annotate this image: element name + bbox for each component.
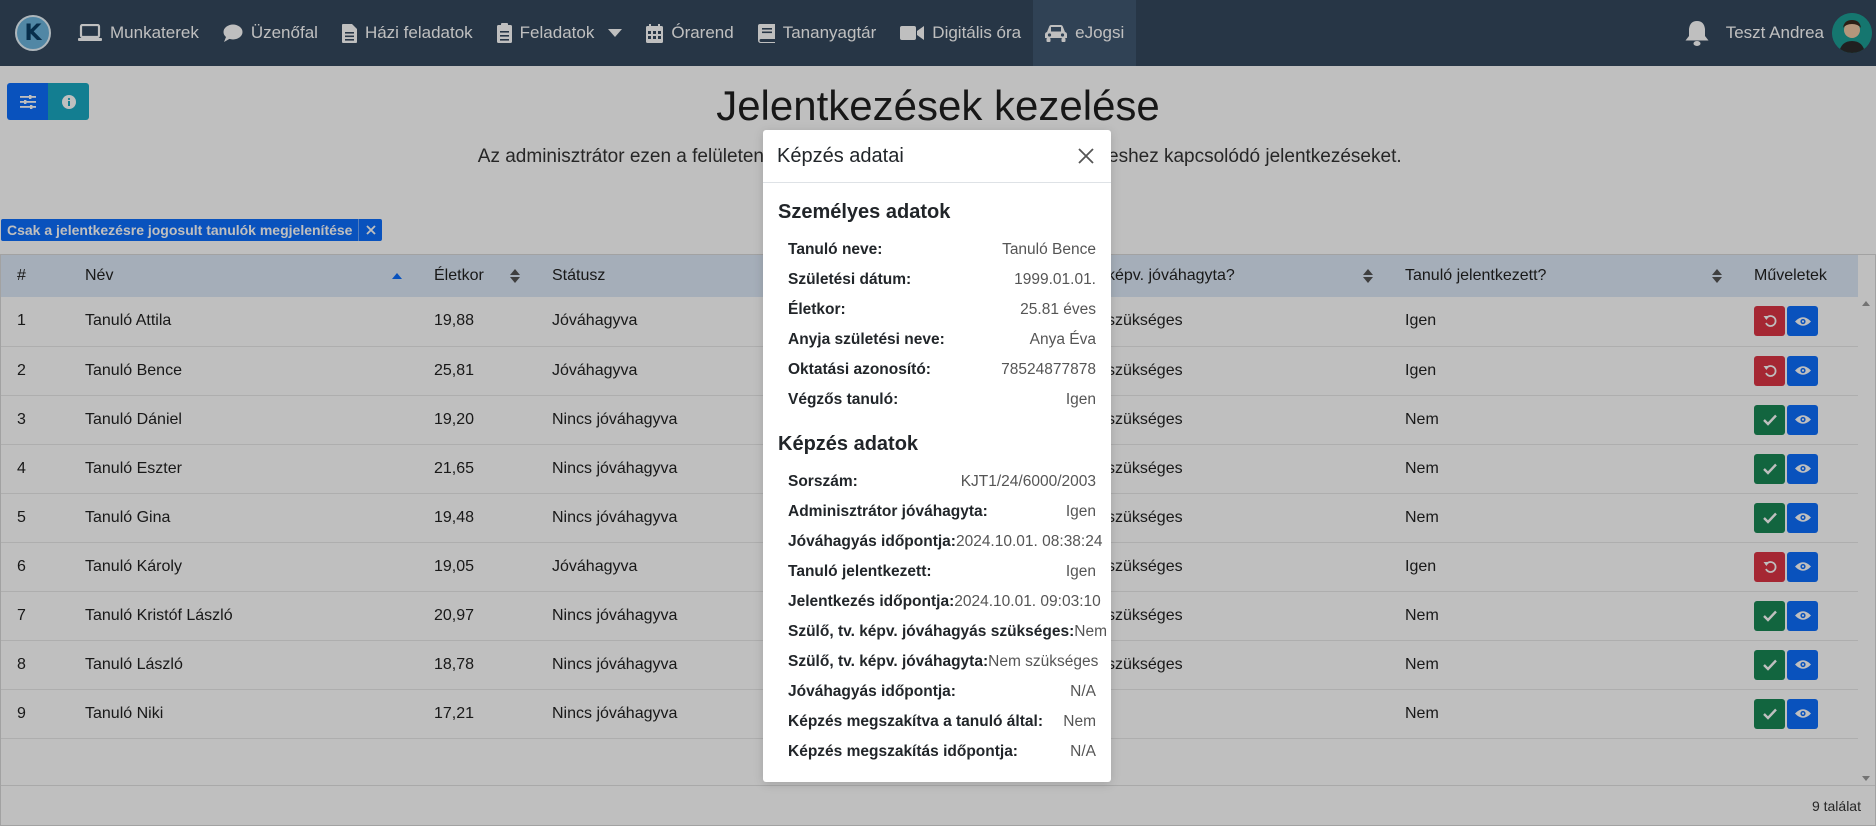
detail-row: Életkor: 25.81 éves bbox=[778, 295, 1096, 325]
detail-value: Igen bbox=[1065, 563, 1096, 580]
detail-row: Jóváhagyás időpontja: 2024.10.01. 08:38:2… bbox=[778, 527, 1102, 557]
detail-value: Tanuló Bence bbox=[1002, 241, 1096, 258]
detail-row: Tanuló neve: Tanuló Bence bbox=[778, 235, 1096, 265]
detail-value: Nem bbox=[1063, 713, 1096, 730]
detail-row: Oktatási azonosító: 78524877878 bbox=[778, 355, 1096, 385]
detail-label: Adminisztrátor jóváhagyta: bbox=[788, 503, 988, 520]
detail-value: Igen bbox=[1065, 391, 1096, 408]
detail-label: Végzős tanuló: bbox=[788, 391, 899, 408]
detail-row: Szülő, tv. képv. jóváhagyta: Nem szüksége… bbox=[778, 647, 1099, 677]
detail-row: Jóváhagyás időpontja: N/A bbox=[778, 677, 1096, 707]
detail-value: 2024.10.01. 09:03:10 bbox=[954, 593, 1101, 610]
detail-label: Tanuló jelentkezett: bbox=[788, 563, 932, 580]
modal-close-button[interactable] bbox=[1074, 144, 1098, 168]
modal-header: Képzés adatai bbox=[763, 130, 1111, 183]
detail-value: 25.81 éves bbox=[1020, 301, 1096, 318]
detail-row: Jelentkezés időpontja: 2024.10.01. 09:03:… bbox=[778, 587, 1101, 617]
detail-row: Képzés megszakítás időpontja: N/A bbox=[778, 737, 1096, 767]
detail-label: Anyja születési neve: bbox=[788, 331, 945, 348]
detail-value: Anya Éva bbox=[1029, 331, 1096, 348]
detail-value: Igen bbox=[1065, 503, 1096, 520]
detail-value: 78524877878 bbox=[1001, 361, 1096, 378]
detail-value: 1999.01.01. bbox=[1014, 271, 1096, 288]
training-data-heading: Képzés adatok bbox=[778, 433, 919, 455]
detail-row: Szülő, tv. képv. jóváhagyás szükséges: Ne… bbox=[778, 617, 1107, 647]
training-data-list: Sorszám: KJT1/24/6000/2003 Adminisztrátor … bbox=[778, 467, 1107, 767]
detail-label: Képzés megszakítva a tanuló által: bbox=[788, 713, 1043, 730]
detail-label: Sorszám: bbox=[788, 473, 858, 490]
training-details-modal: Képzés adatai Személyes adatok Tanuló ne… bbox=[763, 130, 1111, 782]
detail-label: Születési dátum: bbox=[788, 271, 912, 288]
detail-label: Jelentkezés időpontja: bbox=[788, 593, 955, 610]
detail-row: Végzős tanuló: Igen bbox=[778, 385, 1096, 415]
detail-value: N/A bbox=[1070, 743, 1096, 760]
detail-row: Születési dátum: 1999.01.01. bbox=[778, 265, 1096, 295]
detail-label: Oktatási azonosító: bbox=[788, 361, 931, 378]
detail-value: KJT1/24/6000/2003 bbox=[960, 473, 1096, 490]
detail-value: N/A bbox=[1070, 683, 1096, 700]
detail-label: Életkor: bbox=[788, 301, 846, 318]
close-icon bbox=[1078, 148, 1094, 164]
detail-row: Tanuló jelentkezett: Igen bbox=[778, 557, 1096, 587]
detail-label: Tanuló neve: bbox=[788, 241, 883, 258]
detail-value: Nem bbox=[1074, 623, 1108, 640]
personal-data-list: Tanuló neve: Tanuló Bence Születési dátum:… bbox=[778, 235, 1096, 415]
detail-label: Jóváhagyás időpontja: bbox=[788, 533, 956, 550]
detail-row: Sorszám: KJT1/24/6000/2003 bbox=[778, 467, 1096, 497]
modal-body: Személyes adatok Tanuló neve: Tanuló Benc… bbox=[763, 183, 1111, 767]
modal-title: Képzés adatai bbox=[777, 144, 904, 167]
detail-label: Képzés megszakítás időpontja: bbox=[788, 743, 1018, 760]
detail-value: 2024.10.01. 08:38:24 bbox=[955, 533, 1103, 550]
personal-data-heading: Személyes adatok bbox=[778, 201, 951, 223]
detail-label: Jóváhagyás időpontja: bbox=[788, 683, 956, 700]
detail-label: Szülő, tv. képv. jóváhagyta: bbox=[788, 653, 989, 670]
detail-row: Adminisztrátor jóváhagyta: Igen bbox=[778, 497, 1096, 527]
detail-value: Nem szükséges bbox=[988, 653, 1099, 670]
detail-label: Szülő, tv. képv. jóváhagyás szükséges: bbox=[788, 623, 1075, 640]
detail-row: Képzés megszakítva a tanuló által: Nem bbox=[778, 707, 1096, 737]
detail-row: Anyja születési neve: Anya Éva bbox=[778, 325, 1096, 355]
